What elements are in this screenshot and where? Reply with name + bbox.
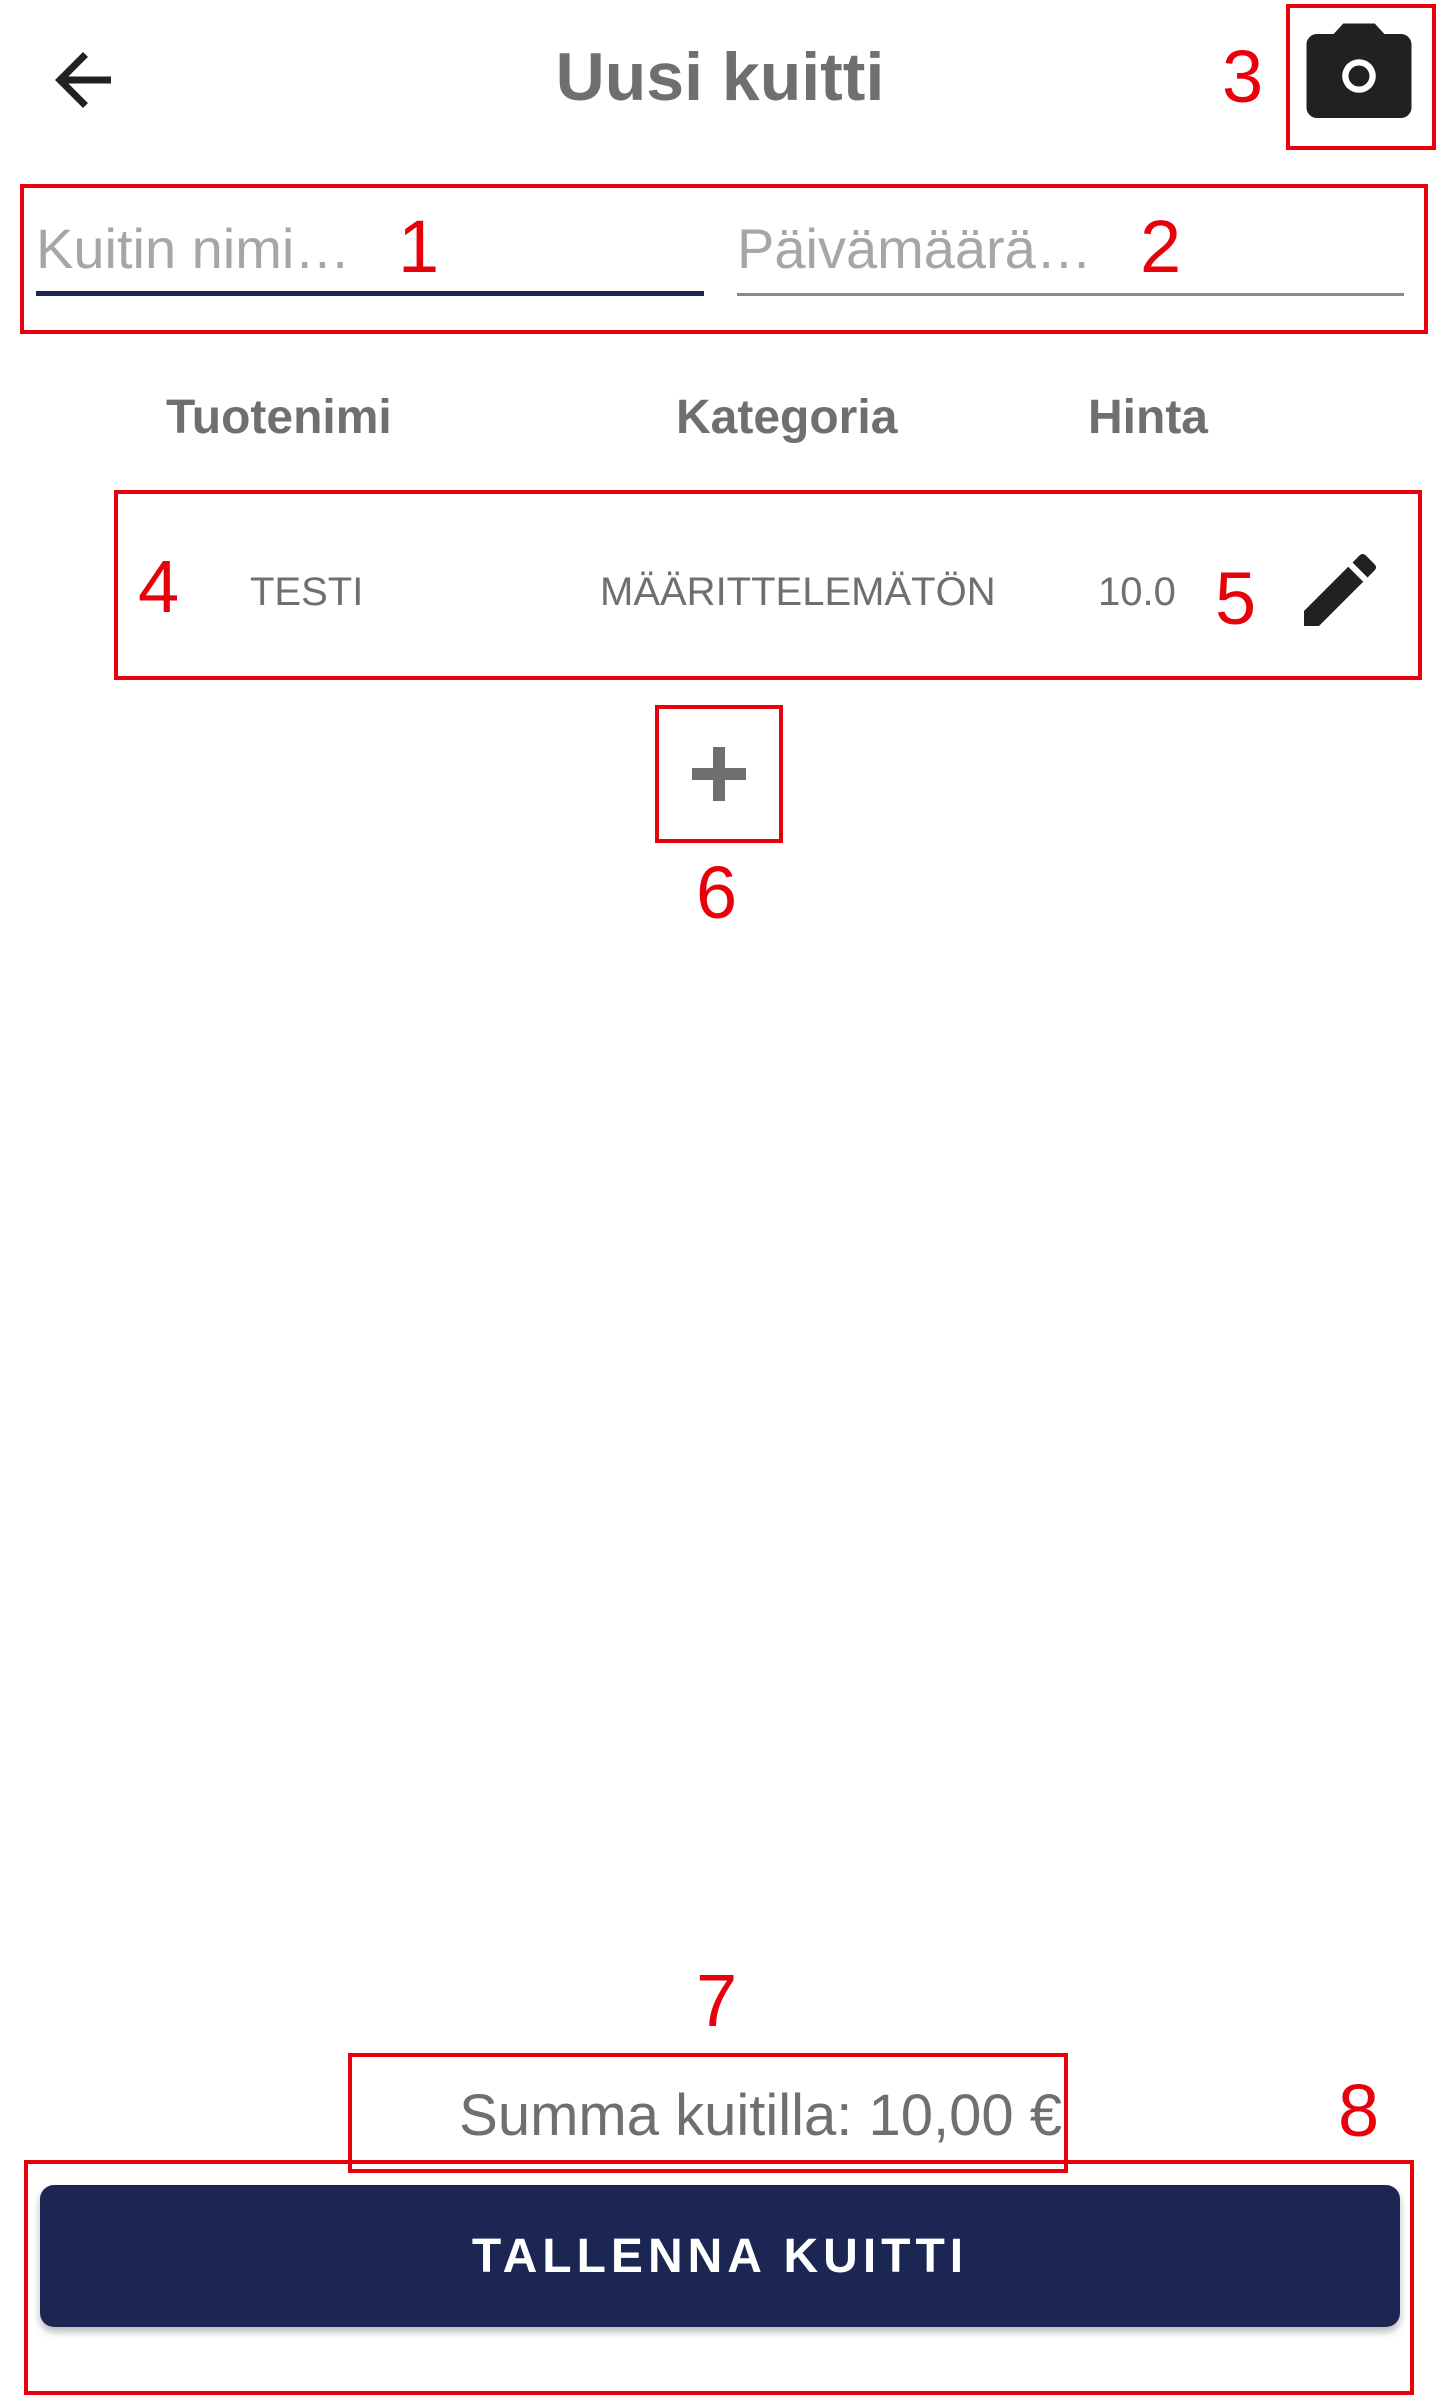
column-header-category: Kategoria xyxy=(676,391,898,444)
annotation-label-2: 2 xyxy=(1140,205,1182,288)
annotation-label-6: 6 xyxy=(696,851,738,934)
annotation-label-4: 4 xyxy=(138,545,180,628)
annotation-box-fields xyxy=(20,184,1428,334)
annotation-box-save xyxy=(24,2160,1414,2395)
annotation-label-3: 3 xyxy=(1222,35,1264,118)
annotation-label-5: 5 xyxy=(1215,557,1257,640)
back-button[interactable] xyxy=(28,30,138,130)
arrow-left-icon xyxy=(55,52,111,108)
annotation-label-1: 1 xyxy=(398,205,440,288)
annotation-box-total xyxy=(348,2053,1068,2173)
annotation-box-camera xyxy=(1286,4,1436,150)
column-header-product-name: Tuotenimi xyxy=(166,391,392,444)
annotation-box-add xyxy=(655,705,783,843)
column-header-price: Hinta xyxy=(1088,391,1208,444)
page-title: Uusi kuitti xyxy=(555,39,885,115)
annotation-label-8: 8 xyxy=(1338,2069,1380,2152)
annotation-label-7: 7 xyxy=(696,1959,738,2042)
